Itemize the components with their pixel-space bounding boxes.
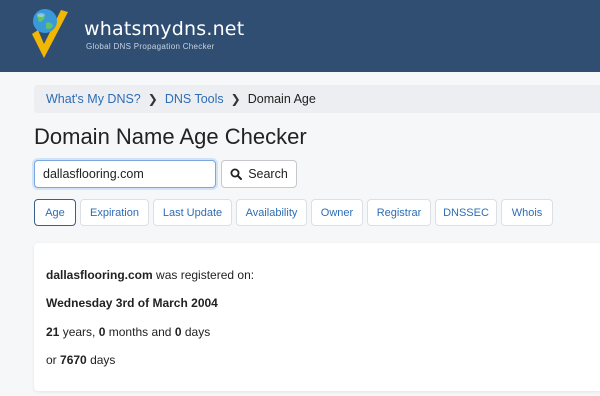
tab-registrar[interactable]: Registrar	[367, 199, 431, 226]
result-card: dallasflooring.com was registered on: We…	[34, 243, 600, 391]
chevron-right-icon: ❯	[147, 92, 158, 106]
result-registered-text: was registered on:	[156, 268, 255, 282]
result-total-days-line: or 7670 days	[46, 353, 115, 367]
tab-dnssec[interactable]: DNSSEC	[435, 199, 497, 226]
result-registered-date: Wednesday 3rd of March 2004	[46, 296, 218, 310]
result-date-line: Wednesday 3rd of March 2004	[46, 296, 218, 310]
result-months: 0	[98, 325, 106, 339]
site-header: whatsmydns.net Global DNS Propagation Ch…	[0, 0, 600, 72]
brand-name[interactable]: whatsmydns.net	[84, 18, 244, 40]
result-years: 21	[46, 325, 60, 339]
domain-search-input[interactable]	[34, 160, 216, 188]
result-registered-line: dallasflooring.com was registered on:	[46, 268, 254, 282]
brand-tagline: Global DNS Propagation Checker	[86, 42, 215, 51]
globe-check-logo-icon[interactable]	[28, 4, 70, 64]
result-days-label: days	[184, 325, 211, 339]
breadcrumb-link-dns-tools[interactable]: DNS Tools	[165, 92, 224, 106]
result-domain: dallasflooring.com	[46, 268, 153, 282]
tab-last-update[interactable]: Last Update	[153, 199, 232, 226]
breadcrumb-link-home[interactable]: What's My DNS?	[46, 92, 141, 106]
tab-whois[interactable]: Whois	[501, 199, 553, 226]
page-title: Domain Name Age Checker	[34, 124, 307, 149]
search-button[interactable]: Search	[221, 160, 297, 188]
tab-age[interactable]: Age	[34, 199, 76, 226]
result-months-label: months and	[108, 325, 172, 339]
chevron-right-icon: ❯	[230, 92, 241, 106]
search-button-label: Search	[248, 167, 288, 181]
result-total-days: 7670	[60, 353, 87, 367]
tab-owner[interactable]: Owner	[311, 199, 363, 226]
breadcrumb: What's My DNS? ❯ DNS Tools ❯ Domain Age	[34, 85, 600, 113]
result-or-label: or	[46, 353, 57, 367]
tab-availability[interactable]: Availability	[236, 199, 307, 226]
search-icon	[230, 168, 243, 180]
result-age-line: 21 years, 0 months and 0 days	[46, 325, 210, 339]
breadcrumb-current: Domain Age	[247, 92, 316, 106]
result-years-label: years,	[62, 325, 96, 339]
tab-expiration[interactable]: Expiration	[80, 199, 149, 226]
result-days: 0	[174, 325, 182, 339]
result-total-days-label: days	[90, 353, 116, 367]
